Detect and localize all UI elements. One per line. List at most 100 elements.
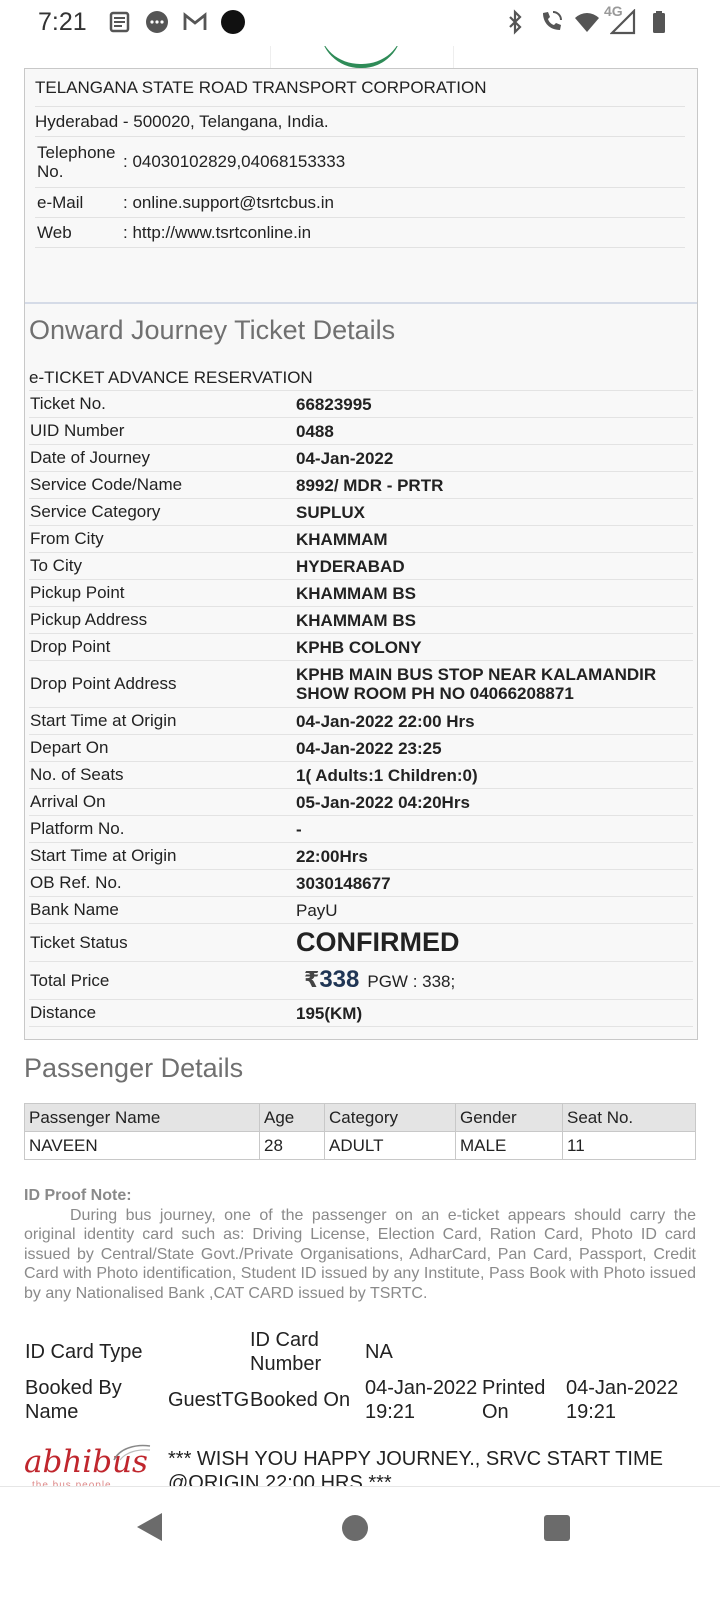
printed-on-value: 04-Jan-2022 19:21 xyxy=(566,1377,679,1423)
detail-value: KHAMMAM BS xyxy=(296,583,416,603)
detail-label: Ticket Status xyxy=(30,932,128,952)
detail-value: 22:00Hrs xyxy=(296,846,368,866)
id-card-type-label: ID Card Type xyxy=(25,1341,143,1363)
detail-value: KHAMMAM xyxy=(296,529,388,549)
detail-row: To City HYDERABAD xyxy=(29,553,693,580)
bus-logo-icon xyxy=(113,1444,151,1461)
detail-label: Pickup Address xyxy=(30,610,148,629)
detail-value: PayU xyxy=(296,900,338,920)
email-label: e-Mail xyxy=(37,193,84,212)
col-passenger-name: Passenger Name xyxy=(24,1103,260,1132)
detail-row-price: Total Price ₹338 PGW : 338; xyxy=(29,962,693,1000)
detail-label: Total Price xyxy=(30,970,110,990)
col-seat-no: Seat No. xyxy=(562,1103,696,1132)
detail-label: UID Number xyxy=(30,421,125,440)
detail-row: Platform No. - xyxy=(29,816,693,843)
reservation-type: e-TICKET ADVANCE RESERVATION xyxy=(29,367,313,387)
ticket-status-value: CONFIRMED xyxy=(296,927,460,957)
passenger-name-cell: NAVEEN xyxy=(24,1131,260,1160)
detail-row: Depart On 04-Jan-2022 23:25 xyxy=(29,735,693,762)
web-content[interactable]: TELANGANA STATE ROAD TRANSPORT CORPORATI… xyxy=(0,46,720,1516)
detail-label: Distance xyxy=(30,1003,97,1022)
passenger-section-title: Passenger Details xyxy=(24,1053,244,1083)
recent-apps-icon[interactable] xyxy=(544,1515,570,1541)
detail-label: Bank Name xyxy=(30,900,119,919)
printed-on-label: Printed On xyxy=(482,1377,546,1423)
web-label: Web xyxy=(37,223,72,242)
age-cell: 28 xyxy=(259,1131,325,1160)
corporation-info: TELANGANA STATE ROAD TRANSPORT CORPORATI… xyxy=(35,69,685,248)
wifi-call-icon xyxy=(543,11,562,30)
detail-row-distance: Distance 195(KM) xyxy=(29,1000,693,1027)
home-icon[interactable] xyxy=(342,1515,368,1541)
table-row: NAVEEN 28 ADULT MALE 11 xyxy=(24,1131,696,1160)
detail-row: Date of Journey 04-Jan-2022 xyxy=(29,445,693,472)
system-icons: 4G xyxy=(502,3,672,35)
detail-row: Service Category SUPLUX xyxy=(29,499,693,526)
detail-row: OB Ref. No. 3030148677 xyxy=(29,870,693,897)
detail-label: Service Code/Name xyxy=(30,475,183,494)
detail-row: From City KHAMMAM xyxy=(29,526,693,553)
detail-value: 0488 xyxy=(296,421,334,441)
detail-value: KHAMMAM BS xyxy=(296,610,416,630)
detail-value: 1( Adults:1 Children:0) xyxy=(296,765,478,785)
wifi-icon xyxy=(575,13,599,33)
web-row: Web : http://www.tsrtconline.in xyxy=(35,218,685,248)
web-value[interactable]: : http://www.tsrtconline.in xyxy=(123,223,311,243)
ticket-panel: TELANGANA STATE ROAD TRANSPORT CORPORATI… xyxy=(24,68,698,1040)
detail-value: 3030148677 xyxy=(296,873,391,893)
detail-value: 05-Jan-2022 04:20Hrs xyxy=(296,792,470,812)
detail-label: Pickup Point xyxy=(30,583,125,602)
ticket-details: e-TICKET ADVANCE RESERVATION Ticket No. 6… xyxy=(29,365,693,1027)
dot-icon xyxy=(221,10,245,34)
detail-row: Drop Point KPHB COLONY xyxy=(29,634,693,661)
detail-row: Start Time at Origin 22:00Hrs xyxy=(29,843,693,870)
email-row: e-Mail : online.support@tsrtcbus.in xyxy=(35,188,685,218)
detail-value: 04-Jan-2022 23:25 xyxy=(296,738,442,758)
telephone-label: Telephone No. xyxy=(37,143,116,181)
bluetooth-icon xyxy=(509,9,522,35)
detail-row: Drop Point Address KPHB MAIN BUS STOP NEA… xyxy=(29,661,693,708)
category-cell: ADULT xyxy=(324,1131,456,1160)
booked-by-value: GuestTG xyxy=(168,1389,250,1411)
detail-value: HYDERABAD xyxy=(296,556,405,576)
clock: 7:21 xyxy=(38,8,87,36)
email-value[interactable]: : online.support@tsrtcbus.in xyxy=(123,193,334,213)
pgw-amount: PGW : 338; xyxy=(367,972,456,991)
detail-label: Start Time at Origin xyxy=(30,846,177,865)
detail-row: Pickup Address KHAMMAM BS xyxy=(29,607,693,634)
booked-on-value: 04-Jan-2022 19:21 xyxy=(365,1377,478,1423)
back-icon[interactable] xyxy=(134,1511,164,1543)
detail-value: 66823995 xyxy=(296,394,372,414)
ticket-detail-rows: Ticket No. 66823995 UID Number 0488 Date of … xyxy=(29,391,693,897)
corporation-address-row: Hyderabad - 500020, Telangana, India. xyxy=(35,107,685,137)
detail-row: Ticket No. 66823995 xyxy=(29,391,693,418)
telephone-row: Telephone No. : 04030102829,04068153333 xyxy=(35,137,685,188)
detail-row-bank: Bank Name PayU xyxy=(29,897,693,924)
ticket-section-title: Onward Journey Ticket Details xyxy=(29,315,396,345)
price-amount: 338 xyxy=(319,966,360,993)
detail-row: Arrival On 05-Jan-2022 04:20Hrs xyxy=(29,789,693,816)
id-proof-note-text: During bus journey, one of the passenger… xyxy=(24,1206,696,1302)
distance-value: 195(KM) xyxy=(296,1003,363,1023)
message-icon xyxy=(146,11,168,33)
detail-label: Platform No. xyxy=(30,819,125,838)
detail-label: Drop Point Address xyxy=(30,674,177,693)
gmail-icon xyxy=(183,12,207,30)
detail-value: 8992/ MDR - PRTR xyxy=(296,475,444,495)
battery-icon xyxy=(653,11,665,33)
detail-label: Start Time at Origin xyxy=(30,711,177,730)
status-bar: 7:21 4G xyxy=(0,0,720,46)
navigation-bar xyxy=(0,1486,720,1601)
detail-label: Date of Journey xyxy=(30,448,151,467)
passenger-table-header: Passenger Name Age Category Gender Seat … xyxy=(24,1103,696,1132)
detail-label: Arrival On xyxy=(30,792,106,811)
passenger-table: Passenger Name Age Category Gender Seat … xyxy=(24,1103,696,1160)
detail-label: Drop Point xyxy=(30,637,111,656)
signal-4g-icon: 4G xyxy=(604,3,636,35)
notification-icons xyxy=(106,9,246,35)
detail-value: 04-Jan-2022 xyxy=(296,448,394,468)
detail-row: Start Time at Origin 04-Jan-2022 22:00 Hr… xyxy=(29,708,693,735)
detail-label: Service Category xyxy=(30,502,161,521)
col-category: Category xyxy=(324,1103,456,1132)
